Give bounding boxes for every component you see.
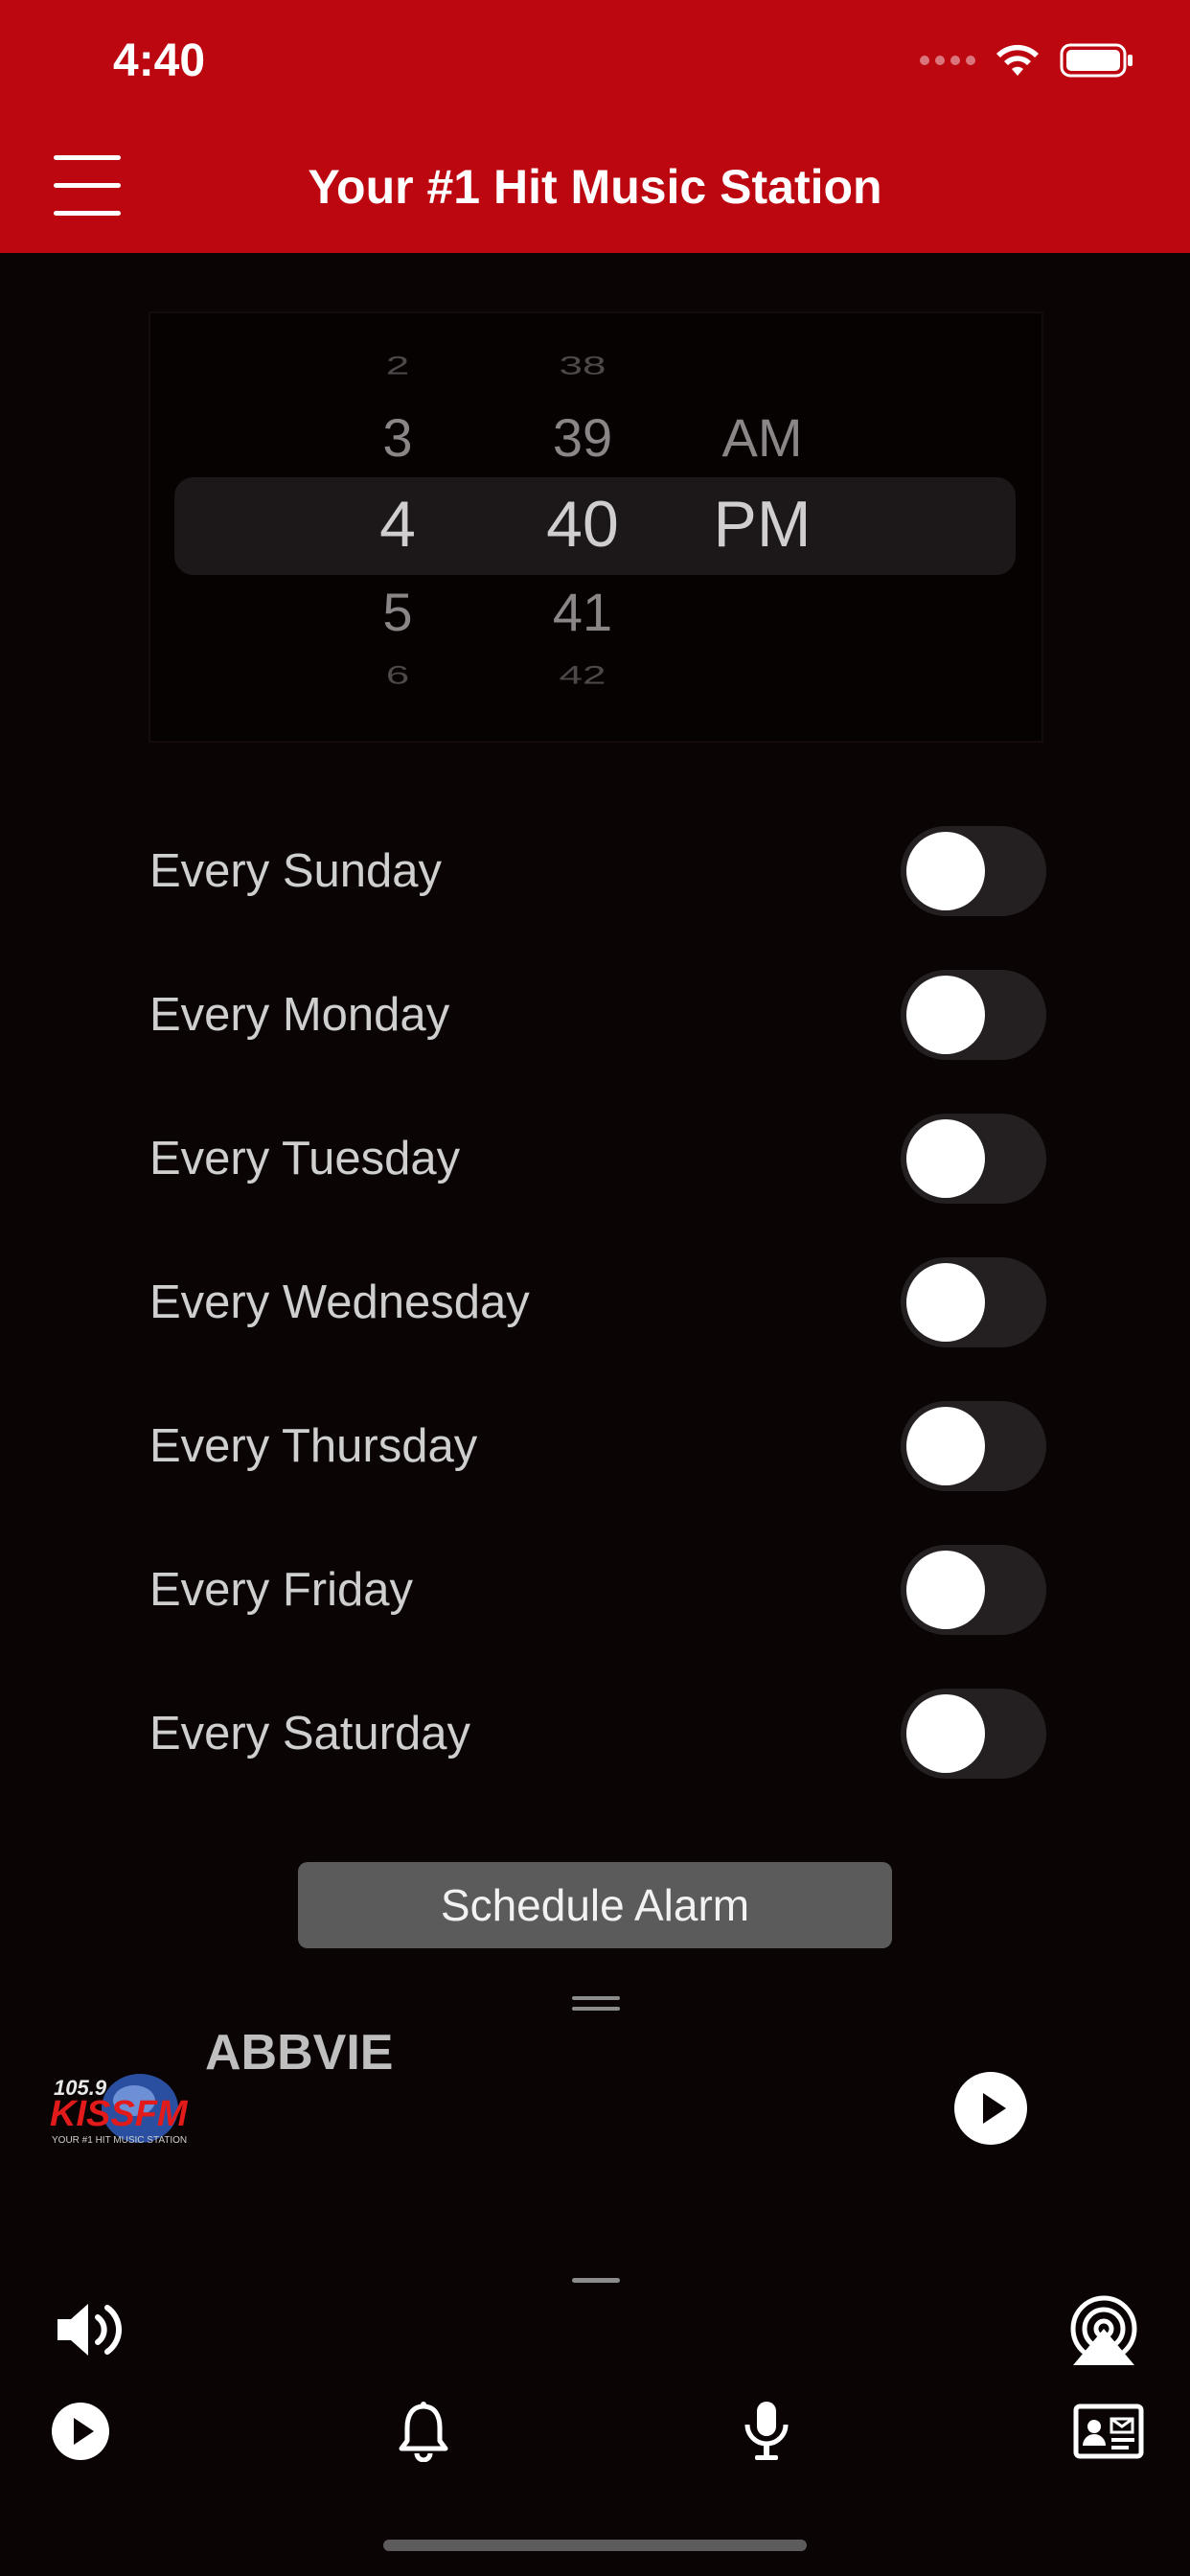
bell-icon[interactable] <box>397 2401 450 2462</box>
contact-card-icon[interactable] <box>1073 2404 1144 2459</box>
row-label: Every Sunday <box>149 845 443 897</box>
microphone-icon[interactable] <box>742 2398 791 2463</box>
row-label: Every Wednesday <box>149 1276 530 1328</box>
monday-toggle[interactable] <box>901 970 1046 1060</box>
picker-hour-selected[interactable]: 4 <box>359 487 436 562</box>
now-playing-station: ABBVIE <box>205 2025 394 2081</box>
wednesday-toggle[interactable] <box>901 1257 1046 1347</box>
picker-minute-option[interactable]: 39 <box>525 406 640 469</box>
friday-toggle[interactable] <box>901 1545 1046 1635</box>
mini-player-play-button[interactable] <box>954 2072 1027 2145</box>
sunday-toggle[interactable] <box>901 826 1046 916</box>
player-drag-handle[interactable] <box>572 1996 620 2017</box>
thursday-toggle[interactable] <box>901 1401 1046 1491</box>
saturday-toggle[interactable] <box>901 1689 1046 1779</box>
status-time: 4:40 <box>113 35 206 86</box>
picker-hour-option[interactable]: 6 <box>359 661 436 690</box>
bottom-bar-handle[interactable] <box>572 2278 620 2283</box>
picker-hour-option[interactable]: 2 <box>359 352 436 380</box>
svg-text:YOUR #1 HIT MUSIC STATION: YOUR #1 HIT MUSIC STATION <box>52 2135 187 2146</box>
repeat-row-monday: Every Monday <box>149 970 1046 1060</box>
picker-hour-option[interactable]: 5 <box>359 581 436 643</box>
picker-minute-option[interactable]: 41 <box>525 581 640 643</box>
page-title: Your #1 Hit Music Station <box>308 160 882 214</box>
airplay-icon[interactable] <box>1065 2294 1142 2367</box>
cellular-signal-icon <box>920 56 975 65</box>
home-indicator[interactable] <box>383 2540 807 2551</box>
row-label: Every Friday <box>149 1564 414 1616</box>
row-label: Every Monday <box>149 989 450 1041</box>
row-label: Every Saturday <box>149 1708 470 1760</box>
repeat-row-saturday: Every Saturday <box>149 1689 1046 1779</box>
picker-hour-option[interactable]: 3 <box>359 406 436 469</box>
repeat-row-tuesday: Every Tuesday <box>149 1114 1046 1204</box>
picker-minute-selected[interactable]: 40 <box>525 487 640 562</box>
status-icons <box>920 42 1134 79</box>
repeat-row-thursday: Every Thursday <box>149 1401 1046 1491</box>
play-icon <box>983 2093 1006 2124</box>
volume-icon[interactable] <box>52 2296 128 2363</box>
repeat-row-friday: Every Friday <box>149 1545 1046 1635</box>
picker-period-selected[interactable]: PM <box>698 487 827 562</box>
row-label: Every Tuesday <box>149 1133 461 1184</box>
picker-minute-option[interactable]: 42 <box>525 661 640 690</box>
repeat-row-sunday: Every Sunday <box>149 826 1046 916</box>
schedule-alarm-button[interactable]: Schedule Alarm <box>298 1862 892 1948</box>
wifi-icon <box>996 44 1039 76</box>
svg-text:KISSFM: KISSFM <box>50 2094 189 2134</box>
row-label: Every Thursday <box>149 1420 478 1472</box>
play-tab-icon[interactable] <box>50 2401 111 2462</box>
battery-icon <box>1060 43 1133 78</box>
app-header: 4:40 Your #1 Hit Music Station <box>0 0 1190 253</box>
picker-minute-option[interactable]: 38 <box>525 352 640 380</box>
repeat-row-wednesday: Every Wednesday <box>149 1257 1046 1347</box>
station-logo: 105.9 KISSFM YOUR #1 HIT MUSIC STATION <box>50 2074 189 2146</box>
picker-period-option[interactable]: AM <box>698 406 827 469</box>
tuesday-toggle[interactable] <box>901 1114 1046 1204</box>
